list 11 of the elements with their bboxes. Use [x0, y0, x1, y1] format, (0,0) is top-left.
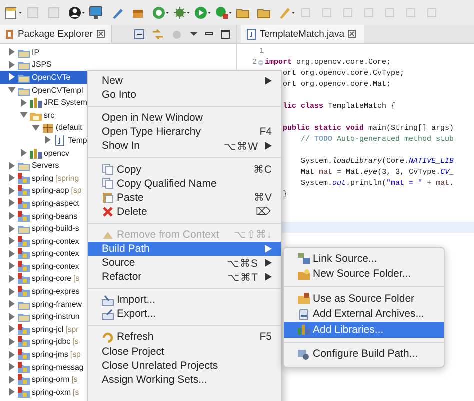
shortcut-label: ⌘C: [253, 163, 272, 176]
editor-tab-title: TemplateMatch.java: [260, 28, 344, 40]
shortcut-label: F5: [260, 331, 272, 344]
shortcut-label: ⌥⌘W: [224, 140, 258, 153]
shortcut-label: ⌥⇧⌘↓: [234, 228, 272, 242]
view-title: Package Explorer: [18, 28, 93, 40]
shortcut-label: F4: [260, 126, 272, 138]
shortcut-label: ⌥⌘S: [226, 256, 258, 270]
shortcut-label: ⌦: [256, 205, 272, 218]
shortcut-label: ⌥⌘T: [228, 270, 258, 284]
shortcut-label: ⌘V: [254, 191, 272, 204]
